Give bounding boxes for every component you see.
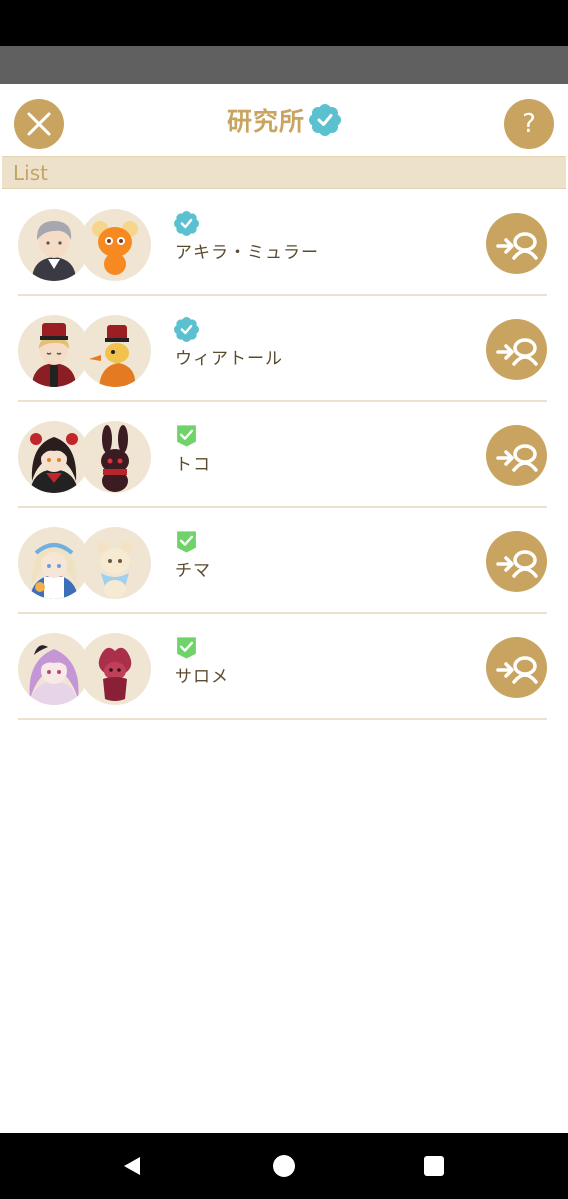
green-check-badge-icon <box>177 637 196 659</box>
summon-button[interactable] <box>486 425 547 486</box>
recents-square-icon <box>424 1156 444 1176</box>
nav-home-button[interactable] <box>254 1133 314 1199</box>
pet-avatar <box>79 209 151 281</box>
section-header: List <box>2 156 566 189</box>
green-check-badge-icon <box>177 425 196 447</box>
list-item[interactable]: アキラ・ミュラー <box>0 190 568 296</box>
summon-button[interactable] <box>486 319 547 380</box>
header: 研究所 ? <box>0 84 568 156</box>
character-name: アキラ・ミュラー <box>175 243 319 263</box>
row-divider <box>18 718 547 720</box>
title-area: 研究所 <box>0 102 568 138</box>
list-item[interactable]: チマ <box>0 508 568 614</box>
summon-icon <box>495 443 538 472</box>
summon-button[interactable] <box>486 637 547 698</box>
system-nav-bar <box>0 1133 568 1199</box>
status-bar <box>0 0 568 46</box>
home-circle-icon <box>273 1155 295 1177</box>
summon-icon <box>495 231 538 260</box>
top-gray-bar <box>0 46 568 84</box>
summon-button[interactable] <box>486 531 547 592</box>
nav-back-button[interactable] <box>102 1133 162 1199</box>
page-title: 研究所 <box>226 107 305 136</box>
teal-flower-badge-icon <box>174 317 199 342</box>
character-name: チマ <box>175 561 211 581</box>
pet-avatar <box>79 421 151 493</box>
summon-icon <box>495 337 538 366</box>
back-triangle-icon <box>124 1157 140 1175</box>
list-item[interactable]: サロメ <box>0 614 568 720</box>
green-check-badge-icon <box>177 531 196 553</box>
summon-icon <box>495 549 538 578</box>
summon-icon <box>495 655 538 684</box>
help-label: ? <box>522 109 536 139</box>
pet-avatar <box>79 633 151 705</box>
list-item[interactable]: トコ <box>0 402 568 508</box>
character-name: トコ <box>175 455 211 475</box>
character-name: サロメ <box>175 667 229 687</box>
character-list: アキラ・ミュラー ウィアトール トコ チマ サロメ <box>0 190 568 720</box>
nav-recents-button[interactable] <box>404 1133 464 1199</box>
help-button[interactable]: ? <box>504 99 554 149</box>
section-label: List <box>13 160 48 185</box>
teal-flower-badge-icon <box>309 104 341 136</box>
pet-avatar <box>79 315 151 387</box>
character-name: ウィアトール <box>175 349 283 369</box>
pet-avatar <box>79 527 151 599</box>
teal-flower-badge-icon <box>174 211 199 236</box>
list-item[interactable]: ウィアトール <box>0 296 568 402</box>
summon-button[interactable] <box>486 213 547 274</box>
